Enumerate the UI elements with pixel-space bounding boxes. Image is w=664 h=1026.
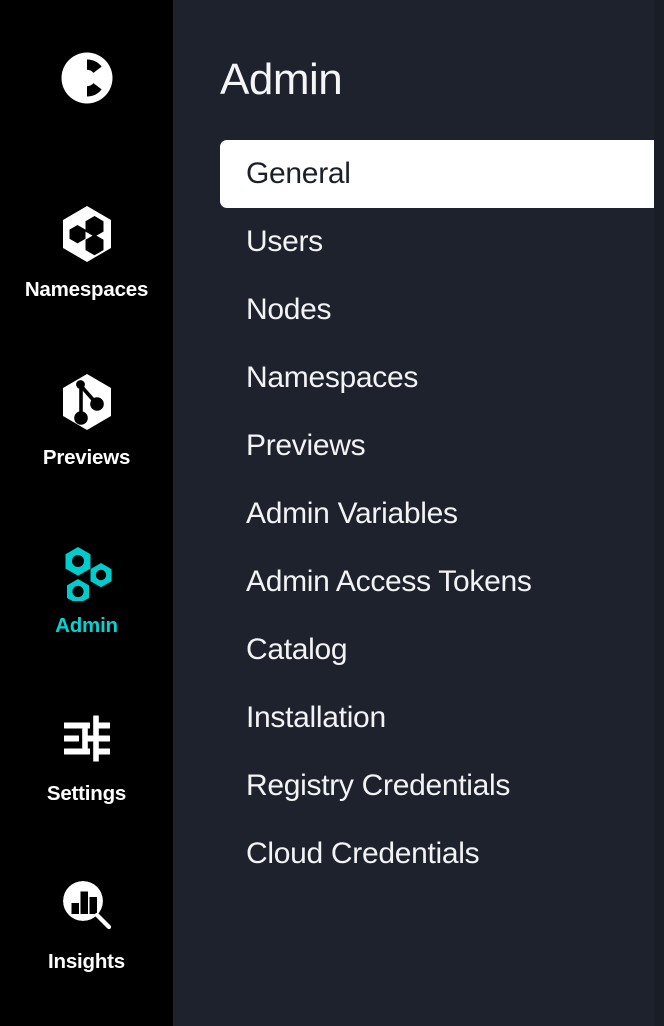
primary-nav-rail: Namespaces xyxy=(0,0,173,1026)
sidebar-item-insights[interactable]: Insights xyxy=(0,862,173,1026)
nav-item-cloud-credentials[interactable]: Cloud Credentials xyxy=(220,820,660,888)
circle-c-logo-icon xyxy=(53,44,121,117)
admin-nav-list: General Users Nodes Namespaces Previews … xyxy=(220,140,660,888)
nav-item-registry-credentials[interactable]: Registry Credentials xyxy=(220,752,660,820)
nav-item-admin-variables[interactable]: Admin Variables xyxy=(220,480,660,548)
nav-item-installation[interactable]: Installation xyxy=(220,684,660,752)
sidebar-item-namespaces[interactable]: Namespaces xyxy=(0,190,173,358)
nav-item-catalog[interactable]: Catalog xyxy=(220,616,660,684)
nav-item-users[interactable]: Users xyxy=(220,208,660,276)
sidebar-item-label: Previews xyxy=(43,448,130,469)
sidebar-item-label: Settings xyxy=(47,784,126,805)
sidebar-item-admin[interactable]: Admin xyxy=(0,526,173,694)
rail-item-list: Namespaces xyxy=(0,190,173,1026)
sidebar-item-label: Insights xyxy=(48,952,125,973)
nav-item-nodes[interactable]: Nodes xyxy=(220,276,660,344)
three-hexagons-icon xyxy=(53,536,121,604)
vertical-scrollbar[interactable] xyxy=(654,0,664,1026)
nav-item-namespaces[interactable]: Namespaces xyxy=(220,344,660,412)
magnifier-bar-chart-icon xyxy=(53,872,121,940)
sidebar-item-previews[interactable]: Previews xyxy=(0,358,173,526)
nav-item-general[interactable]: General xyxy=(220,140,660,208)
sidebar-item-label: Admin xyxy=(55,616,118,637)
hexagon-cells-icon xyxy=(53,200,121,268)
admin-panel: Admin General Users Nodes Namespaces Pre… xyxy=(173,0,664,1026)
sliders-icon xyxy=(53,704,121,772)
nav-item-previews[interactable]: Previews xyxy=(220,412,660,480)
sidebar-item-settings[interactable]: Settings xyxy=(0,694,173,862)
nav-item-admin-access-tokens[interactable]: Admin Access Tokens xyxy=(220,548,660,616)
app-root: Namespaces xyxy=(0,0,664,1026)
app-logo[interactable] xyxy=(0,44,173,117)
hexagon-git-branch-icon xyxy=(53,368,121,436)
page-title: Admin xyxy=(220,58,342,102)
sidebar-item-label: Namespaces xyxy=(25,280,148,301)
